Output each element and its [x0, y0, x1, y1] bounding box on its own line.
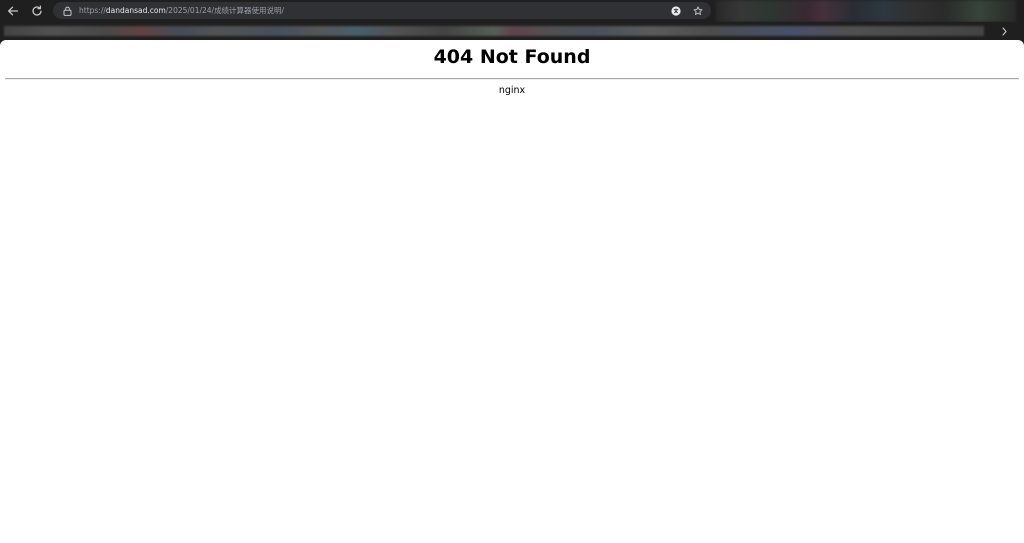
star-icon — [693, 5, 702, 15]
chevron-right-icon — [1001, 26, 1007, 36]
site-info-button[interactable] — [61, 5, 73, 16]
page-viewport: 404 Not Found nginx — [0, 40, 1024, 543]
bookmark-star-button[interactable] — [691, 4, 704, 17]
bookmarks-overflow-button[interactable] — [998, 24, 1010, 38]
browser-toolbar: https://dandansad.com/2025/01/24/成绩计算器使用… — [0, 0, 1024, 22]
browser-window: https://dandansad.com/2025/01/24/成绩计算器使用… — [0, 0, 1024, 543]
url-host: dandansad.com — [105, 6, 166, 15]
arrow-left-icon — [8, 6, 19, 16]
reload-button[interactable] — [28, 3, 46, 19]
extensions-area — [716, 0, 1016, 22]
url-text[interactable]: https://dandansad.com/2025/01/24/成绩计算器使用… — [79, 2, 284, 19]
lock-icon — [63, 6, 71, 16]
server-name: nginx — [498, 85, 526, 96]
bookmarks-bar — [0, 22, 1024, 40]
bookmarks-list — [4, 26, 984, 36]
translate-button[interactable] — [669, 4, 682, 17]
divider — [5, 78, 1019, 80]
page-title: 404 Not Found — [433, 46, 591, 68]
address-bar[interactable]: https://dandansad.com/2025/01/24/成绩计算器使用… — [53, 2, 711, 19]
back-button[interactable] — [4, 3, 22, 19]
translate-icon — [670, 5, 681, 16]
url-path: /2025/01/24/成绩计算器使用说明/ — [165, 6, 285, 15]
url-scheme: https:// — [79, 6, 106, 15]
reload-icon — [32, 5, 42, 16]
